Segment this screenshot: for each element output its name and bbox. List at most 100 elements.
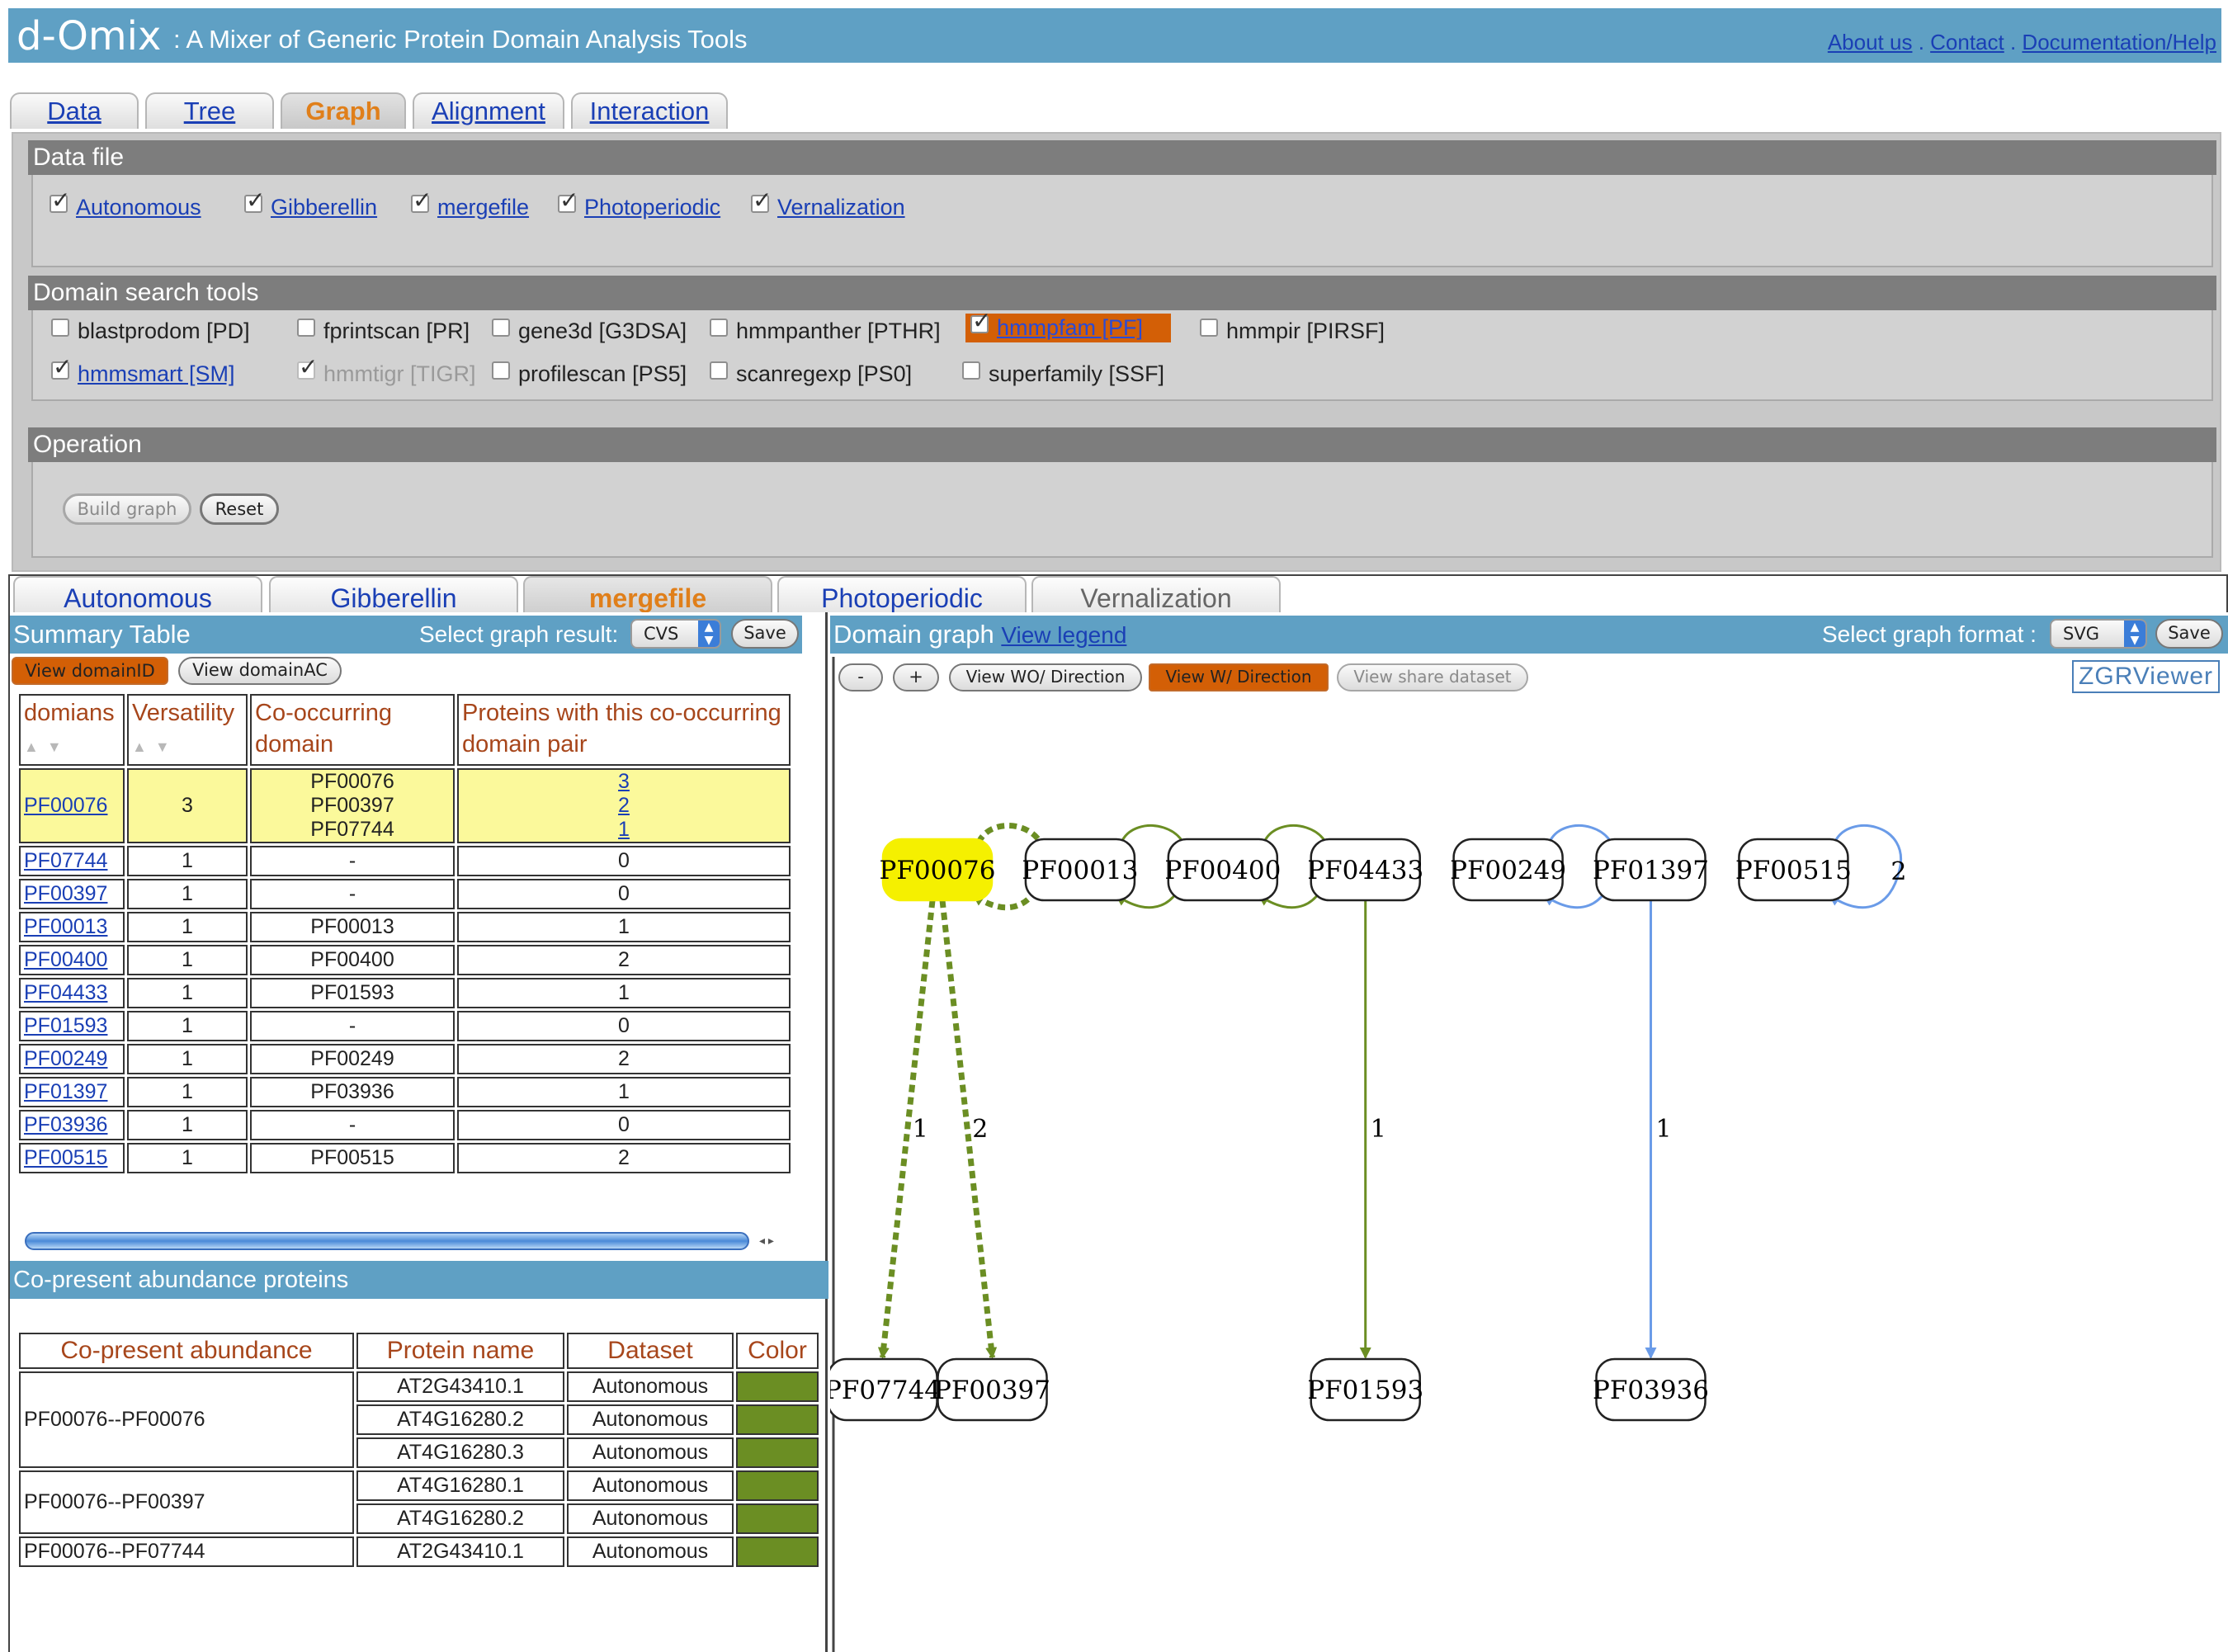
tab-graph[interactable]: Graph: [281, 92, 406, 129]
proteins-cell: 1: [457, 1077, 791, 1107]
datafile-vernalization[interactable]: Vernalization: [751, 186, 905, 220]
tab-alignment[interactable]: Alignment: [413, 92, 564, 129]
scroll-arrows-icon[interactable]: ◂ ▸: [759, 1234, 774, 1248]
tool-profilescan[interactable]: profilescan [PS5]: [492, 361, 687, 387]
reset-button[interactable]: Reset: [200, 493, 279, 525]
node-label: PF00249: [1450, 856, 1566, 885]
horizontal-scrollbar[interactable]: ◂ ▸: [20, 1232, 804, 1250]
dataset-tab-label[interactable]: Photoperiodic: [821, 583, 983, 612]
dataset-tab-mergefile[interactable]: mergefile: [523, 576, 772, 612]
checkbox[interactable]: [962, 361, 980, 380]
co-occurring-cell: PF00400: [250, 945, 455, 975]
about-us-link[interactable]: About us: [1828, 30, 1913, 54]
domain-link[interactable]: PF01397: [24, 1080, 107, 1103]
dataset-tab-label: mergefile: [588, 583, 707, 612]
versatility-cell: 1: [127, 846, 248, 876]
checkbox[interactable]: [1200, 319, 1218, 337]
build-graph-button[interactable]: Build graph: [63, 493, 191, 525]
view-domainid-button[interactable]: View domainID: [12, 657, 168, 685]
tool-gene3d[interactable]: gene3d [G3DSA]: [492, 319, 687, 344]
tool-fprintscan[interactable]: fprintscan [PR]: [297, 319, 470, 344]
domain-link[interactable]: PF00515: [24, 1146, 107, 1169]
domain-link[interactable]: PF00076: [24, 794, 107, 817]
checkbox[interactable]: [50, 186, 70, 214]
datafile-label[interactable]: Vernalization: [777, 195, 905, 219]
summary-save-button[interactable]: Save: [731, 619, 799, 649]
tool-hmmpir[interactable]: hmmpir [PIRSF]: [1200, 319, 1385, 344]
domain-link[interactable]: PF00013: [24, 915, 107, 938]
domain-graph[interactable]: 121131222 PF00076PF00013PF00400PF04433PF…: [830, 612, 2228, 1652]
checkbox[interactable]: [751, 186, 772, 214]
graph-result-select[interactable]: CVS ▲ ▼: [630, 619, 721, 649]
protein-cell: AT4G16280.1: [356, 1470, 564, 1501]
datafile-label[interactable]: Photoperiodic: [584, 195, 720, 219]
dataset-tab-label[interactable]: Autonomous: [64, 583, 212, 612]
datafile-label[interactable]: Gibberellin: [271, 195, 377, 219]
protein-count-link[interactable]: 2: [618, 794, 630, 817]
datafile-label[interactable]: mergefile: [437, 195, 529, 219]
checkbox[interactable]: [51, 353, 72, 380]
datafile-autonomous[interactable]: Autonomous: [50, 186, 201, 220]
datafile-photoperiodic[interactable]: Photoperiodic: [558, 186, 720, 220]
checkbox[interactable]: [710, 361, 728, 380]
tool-hmmpanther[interactable]: hmmpanther [PTHR]: [710, 319, 941, 344]
co-domain: -: [348, 1014, 356, 1037]
tab-alignment-label[interactable]: Alignment: [432, 97, 545, 125]
checkbox[interactable]: [411, 186, 432, 214]
contact-link[interactable]: Contact: [1930, 30, 2004, 54]
tool-superfamily[interactable]: superfamily [SSF]: [962, 361, 1164, 387]
checkbox[interactable]: [558, 186, 578, 214]
tool-label[interactable]: hmmsmart [SM]: [78, 361, 235, 386]
domain-link[interactable]: PF07744: [24, 849, 107, 872]
sort-arrows-icon[interactable]: ▲▼: [132, 739, 178, 755]
documentation-link[interactable]: Documentation/Help: [2022, 30, 2216, 54]
datafile-label[interactable]: Autonomous: [76, 195, 201, 219]
domain-link[interactable]: PF00397: [24, 882, 107, 905]
checkbox[interactable]: [51, 319, 69, 337]
tool-scanregexp[interactable]: scanregexp [PS0]: [710, 361, 912, 387]
domain-cell: PF00397: [19, 879, 125, 909]
tab-interaction-label[interactable]: Interaction: [590, 97, 710, 125]
dataset-tab-vernalization[interactable]: Vernalization: [1031, 576, 1281, 612]
tool-hmmtigr[interactable]: hmmtigr [TIGR]: [297, 353, 476, 387]
datafile-gibberellin[interactable]: Gibberellin: [244, 186, 377, 220]
tab-tree[interactable]: Tree: [145, 92, 274, 129]
scrollbar-thumb[interactable]: [25, 1232, 749, 1250]
sort-arrows-icon[interactable]: ▲▼: [24, 739, 70, 755]
co-domain: PF03936: [310, 1080, 394, 1103]
tab-interaction[interactable]: Interaction: [571, 92, 728, 129]
checkbox[interactable]: [244, 186, 265, 214]
tool-hmmsmart[interactable]: hmmsmart [SM]: [51, 353, 235, 387]
col-domains[interactable]: domians ▲▼: [19, 694, 125, 766]
view-domainac-button[interactable]: View domainAC: [178, 657, 342, 685]
dataset-tab-label: Vernalization: [1080, 583, 1232, 612]
tool-label[interactable]: hmmpfam [PF]: [997, 315, 1143, 340]
col-versatility[interactable]: Versatility ▲▼: [127, 694, 248, 766]
checkbox[interactable]: [970, 307, 991, 334]
tool-blastprodom[interactable]: blastprodom [PD]: [51, 319, 250, 344]
tool-hmmpfam[interactable]: hmmpfam [PF]: [965, 307, 1172, 342]
protein-count: 2: [618, 1047, 630, 1070]
checkbox[interactable]: [492, 361, 510, 380]
protein-count-link[interactable]: 3: [618, 770, 630, 793]
dataset-tab-gibberellin[interactable]: Gibberellin: [269, 576, 518, 612]
tab-data[interactable]: Data: [10, 92, 139, 129]
checkbox[interactable]: [297, 319, 315, 337]
color-swatch: [736, 1503, 819, 1534]
domain-link[interactable]: PF03936: [24, 1113, 107, 1136]
domain-link[interactable]: PF04433: [24, 981, 107, 1004]
checkbox[interactable]: [710, 319, 728, 337]
domain-link[interactable]: PF00249: [24, 1047, 107, 1070]
domain-cell: PF07744: [19, 846, 125, 876]
dataset-tab-label[interactable]: Gibberellin: [331, 583, 457, 612]
dataset-tab-autonomous[interactable]: Autonomous: [13, 576, 262, 612]
tab-tree-label[interactable]: Tree: [184, 97, 236, 125]
domain-link[interactable]: PF01593: [24, 1014, 107, 1037]
checkbox[interactable]: [297, 353, 318, 380]
dataset-tab-photoperiodic[interactable]: Photoperiodic: [777, 576, 1027, 612]
checkbox[interactable]: [492, 319, 510, 337]
datafile-mergefile[interactable]: mergefile: [411, 186, 529, 220]
tab-data-label[interactable]: Data: [47, 97, 101, 125]
domain-link[interactable]: PF00400: [24, 948, 107, 971]
protein-count-link[interactable]: 1: [618, 818, 630, 841]
